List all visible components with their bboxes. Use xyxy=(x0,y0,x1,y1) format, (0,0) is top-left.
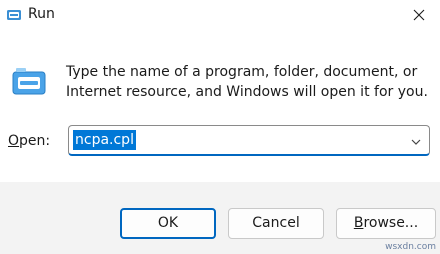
browse-mnemonic: B xyxy=(353,215,364,231)
open-label-mnemonic: O xyxy=(8,133,20,149)
open-label: Open: xyxy=(8,132,50,150)
chevron-down-icon[interactable] xyxy=(409,134,423,148)
button-bar: OK Cancel Browse... wsxdn.com xyxy=(0,182,440,254)
run-icon xyxy=(10,66,48,98)
run-description: Type the name of a program, folder, docu… xyxy=(66,62,428,102)
watermark: wsxdn.com xyxy=(385,242,436,252)
browse-button[interactable]: Browse... xyxy=(336,208,436,239)
run-icon xyxy=(6,7,22,23)
close-button[interactable] xyxy=(398,0,440,30)
open-input[interactable]: ncpa.cpl xyxy=(73,130,136,150)
description-line-1: Type the name of a program, folder, docu… xyxy=(66,64,418,80)
title-bar[interactable]: Run xyxy=(0,0,440,30)
run-dialog: Run Type the name of a program, folder, … xyxy=(0,0,440,254)
window-title: Run xyxy=(28,6,55,22)
open-combobox[interactable]: ncpa.cpl xyxy=(68,125,430,156)
cancel-button[interactable]: Cancel xyxy=(228,208,324,239)
ok-button[interactable]: OK xyxy=(120,208,216,239)
browse-label: rowse... xyxy=(363,215,419,231)
open-label-text: pen: xyxy=(19,133,51,149)
close-icon xyxy=(413,6,425,25)
description-line-2: Internet resource, and Windows will open… xyxy=(66,84,428,100)
